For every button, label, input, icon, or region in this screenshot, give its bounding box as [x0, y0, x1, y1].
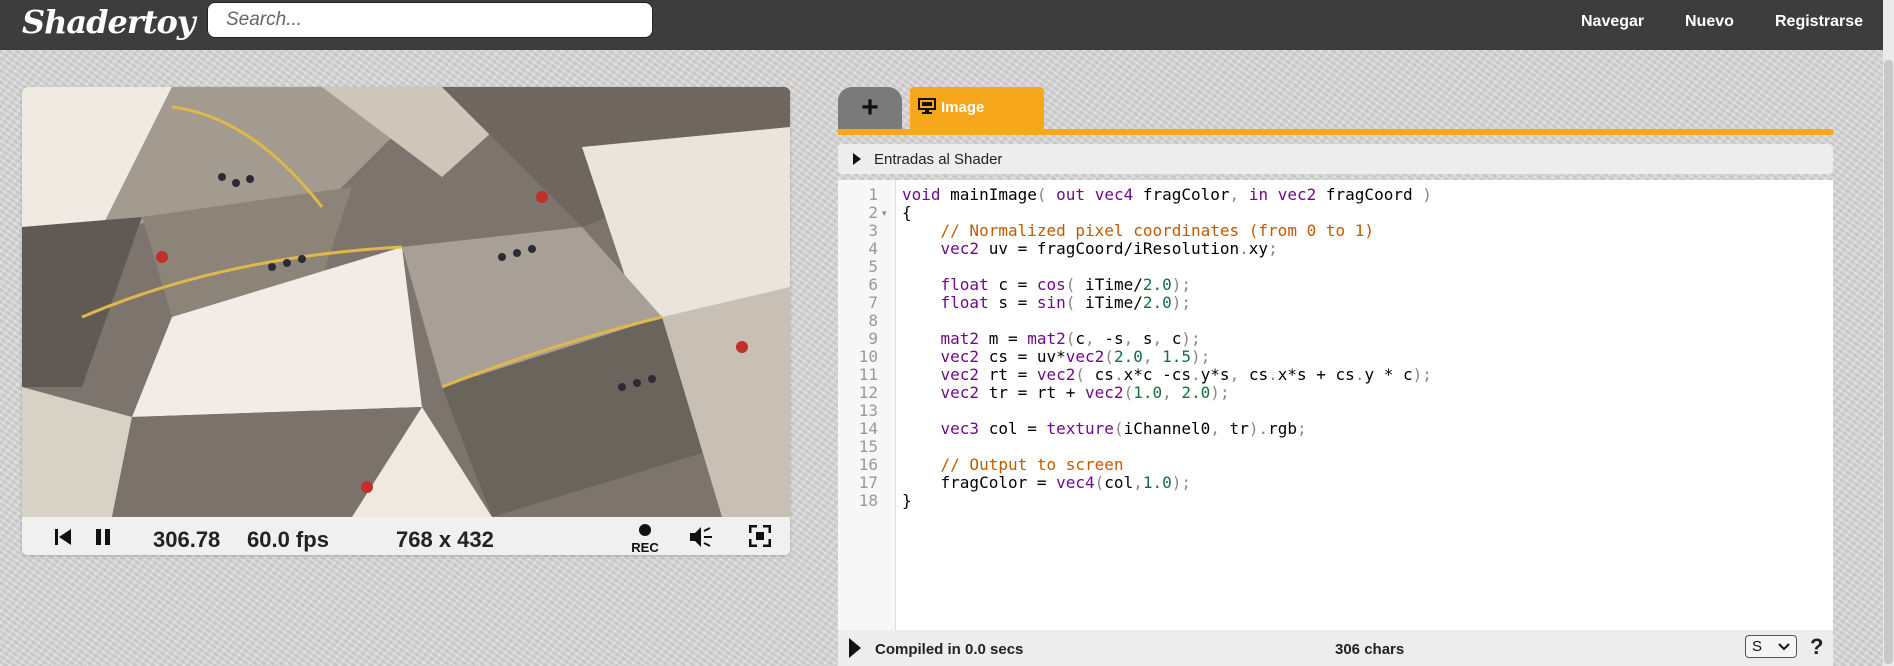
line-number: 16: [858, 455, 878, 474]
line-number: 12: [858, 383, 878, 402]
line-number: 9: [868, 329, 878, 348]
line-number: 8: [868, 311, 878, 330]
compile-status: Compiled in 0.0 secs: [875, 641, 1024, 658]
font-size-value: S: [1752, 638, 1763, 655]
chevron-down-icon: [1778, 643, 1790, 651]
fold-marker-icon[interactable]: ▾: [882, 204, 887, 222]
code-line[interactable]: // Output to screen: [902, 456, 1124, 474]
line-number: 6: [868, 275, 878, 294]
char-count: 306 chars: [1335, 641, 1405, 658]
code-line[interactable]: vec2 uv = fragCoord/iResolution.xy;: [902, 240, 1278, 258]
page-scrollbar-thumb[interactable]: [1884, 60, 1893, 664]
line-number: 3: [868, 221, 878, 240]
fullscreen-icon[interactable]: [749, 525, 771, 547]
line-number: 2: [868, 203, 878, 222]
nav-registrarse[interactable]: Registrarse: [1775, 13, 1863, 31]
shader-inputs-label: Entradas al Shader: [874, 151, 1003, 168]
player-controls: 306.78 60.0 fps 768 x 432 REC: [22, 517, 790, 555]
line-gutter: 1 2 3 4 5 6 7 8 9 10 11 12 13 14 15 16 17 18 ▾: [838, 180, 896, 630]
rec-label: REC: [631, 540, 659, 555]
code-line[interactable]: float c = cos( iTime/2.0);: [902, 276, 1192, 294]
line-number: 5: [868, 257, 878, 276]
site-logo[interactable]: Shadertoy: [22, 3, 195, 41]
help-button[interactable]: ?: [1810, 634, 1823, 660]
line-number: 14: [858, 419, 878, 438]
code-line[interactable]: fragColor = vec4(col,1.0);: [902, 474, 1192, 492]
pause-icon[interactable]: [95, 528, 111, 546]
line-number: 13: [858, 401, 878, 420]
code-line[interactable]: }: [902, 492, 912, 510]
shader-output-image: [22, 87, 790, 517]
line-number: 17: [858, 473, 878, 492]
nav-nuevo[interactable]: Nuevo: [1685, 13, 1734, 31]
line-number: 18: [858, 491, 878, 510]
code-line[interactable]: float s = sin( iTime/2.0);: [902, 294, 1192, 312]
shader-canvas[interactable]: [22, 87, 790, 517]
code-line[interactable]: // Normalized pixel coordinates (from 0 …: [902, 222, 1374, 240]
editor-status-bar: Compiled in 0.0 secs 306 chars S ?: [838, 630, 1833, 666]
rewind-icon[interactable]: [54, 528, 72, 546]
code-line[interactable]: vec3 col = texture(iChannel0, tr).rgb;: [902, 420, 1307, 438]
line-number: 1: [868, 185, 878, 204]
code-line[interactable]: mat2 m = mat2(c, -s, s, c);: [902, 330, 1201, 348]
line-number: 4: [868, 239, 878, 258]
expand-arrow-icon: [853, 153, 861, 165]
nav-navegar[interactable]: Navegar: [1581, 13, 1644, 31]
compile-play-icon[interactable]: [848, 637, 862, 659]
font-size-select[interactable]: S: [1745, 635, 1797, 658]
record-button[interactable]: REC: [630, 523, 660, 554]
record-icon: [639, 524, 651, 536]
top-bar: Shadertoy Navegar Nuevo Registrarse: [0, 0, 1883, 50]
code-line[interactable]: {: [902, 204, 912, 222]
shader-player: 306.78 60.0 fps 768 x 432 REC: [22, 87, 790, 555]
shader-inputs-toggle[interactable]: Entradas al Shader: [838, 144, 1833, 174]
code-line[interactable]: vec2 tr = rt + vec2(1.0, 2.0);: [902, 384, 1230, 402]
code-line[interactable]: vec2 rt = vec2( cs.x*c -cs.y*s, cs.x*s +…: [902, 366, 1432, 384]
line-number: 11: [858, 365, 878, 384]
resolution-display: 768 x 432: [396, 527, 494, 552]
time-display: 306.78: [153, 527, 221, 552]
volume-icon[interactable]: [688, 525, 714, 549]
code-line[interactable]: vec2 cs = uv*vec2(2.0, 1.5);: [902, 348, 1211, 366]
monitor-icon: [918, 98, 936, 114]
line-number: 7: [868, 293, 878, 312]
line-number: 15: [858, 437, 878, 456]
tab-underline: [838, 129, 1833, 135]
line-number: 10: [858, 347, 878, 366]
code-line[interactable]: void mainImage( out vec4 fragColor, in v…: [902, 186, 1432, 204]
search-input[interactable]: [207, 2, 653, 38]
fps-display: 60.0 fps: [247, 527, 329, 552]
code-editor[interactable]: 1 2 3 4 5 6 7 8 9 10 11 12 13 14 15 16 17 18 ▾ void mainIm…: [838, 180, 1833, 630]
tab-image[interactable]: Image: [910, 87, 1044, 129]
add-tab-button[interactable]: +: [838, 87, 902, 129]
tab-image-label: Image: [941, 99, 985, 116]
